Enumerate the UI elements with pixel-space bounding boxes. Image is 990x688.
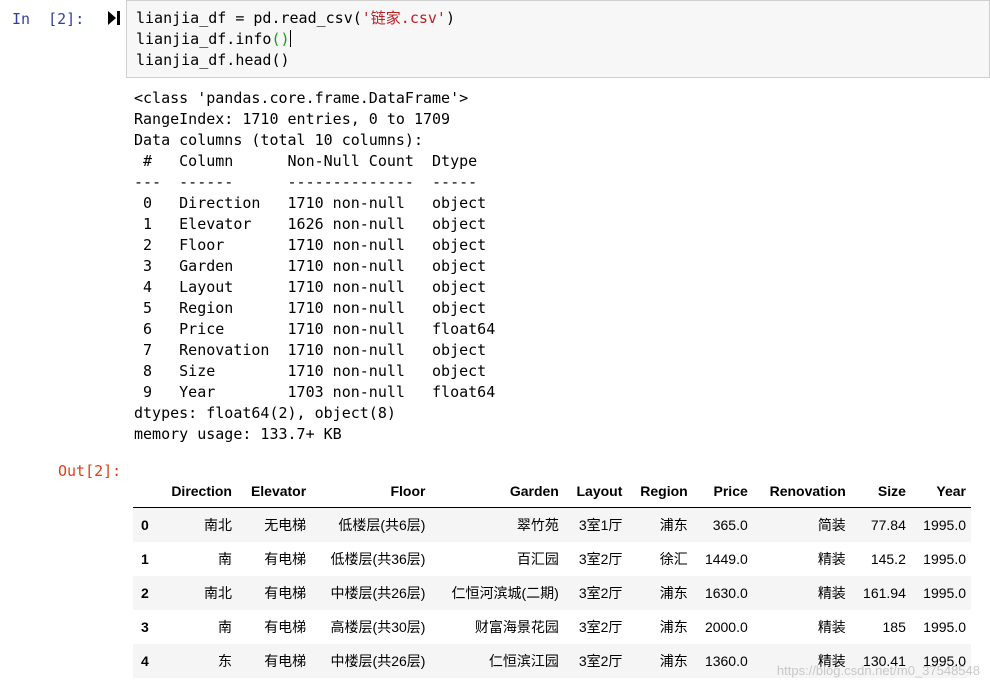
table-cell: 南北	[204, 516, 232, 533]
table-cell: 185	[882, 618, 906, 635]
row-index: 4	[141, 652, 149, 669]
dataframe-table: Direction Elevator Floor Garden Layout Region…	[133, 474, 971, 678]
code-cell-input[interactable]: lianjia_df = pd.read_csv('链家.csv') lianj…	[126, 0, 990, 78]
table-row: 1 南 有电梯 低楼层(共36层) 百汇园 3室2厅 徐汇 1449.0 精装 145.2 1995…	[133, 542, 971, 576]
table-row: 2 南北 有电梯 中楼层(共26层) 仁恒河滨城(二期) 3室2厅 浦东 1630.0 精装 16…	[133, 575, 971, 610]
table-cell: 浦东	[659, 584, 688, 601]
table-cell: 3室2厅	[578, 618, 623, 635]
row-index: 1	[141, 550, 149, 567]
table-cell: 3室2厅	[578, 550, 623, 567]
matched-parens: ()	[271, 30, 290, 48]
stdout-line: dtypes: float64(2), object(8)	[134, 404, 396, 422]
table-cell: 有电梯	[264, 652, 307, 669]
table-cell: 365.0	[712, 516, 748, 533]
row-index: 2	[141, 584, 149, 601]
cell-stdout-output: <class 'pandas.core.frame.DataFrame'> Ran…	[134, 88, 495, 445]
stdout-line: 3 Garden 1710 non-null object	[134, 257, 496, 275]
stdout-line: # Column Non-Null Count Dtype	[134, 152, 496, 170]
stdout-line: 4 Layout 1710 non-null object	[134, 278, 496, 296]
table-cell: 仁恒滨江园	[488, 652, 559, 669]
table-cell: 2000.0	[704, 618, 748, 635]
row-index: 3	[141, 618, 149, 635]
table-cell: 简装	[817, 516, 846, 533]
stdout-line: <class 'pandas.core.frame.DataFrame'>	[134, 89, 469, 107]
output-prompt: Out[2]:	[58, 462, 122, 480]
table-cell: 浦东	[659, 618, 688, 635]
stdout-line: 9 Year 1703 non-null float64	[134, 383, 496, 401]
stdout-line: Data columns (total 10 columns):	[134, 131, 423, 149]
code-line-2: lianjia_df.info()	[136, 30, 291, 48]
table-row: 0 南北 无电梯 低楼层(共6层) 翠竹苑 3室1厅 浦东 365.0 简装 77.84 1995.…	[133, 507, 971, 542]
table-cell: 精装	[817, 584, 846, 601]
table-cell: 精装	[817, 550, 846, 567]
table-row: 3 南 有电梯 高楼层(共30层) 财富海景花园 3室2厅 浦东 2000.0 精装 185 199…	[133, 610, 971, 644]
table-cell: 3室1厅	[578, 516, 623, 533]
table-cell: 财富海景花园	[474, 618, 559, 635]
table-cell: 南北	[204, 584, 232, 601]
column-header: Region	[627, 474, 693, 508]
table-cell: 徐汇	[659, 550, 688, 567]
table-cell: 77.84	[870, 516, 906, 533]
table-cell: 1995.0	[923, 550, 966, 567]
table-cell: 中楼层(共26层)	[330, 584, 426, 601]
input-prompt: In [2]:	[12, 10, 85, 28]
table-cell: 高楼层(共30层)	[330, 618, 426, 635]
table-cell: 精装	[817, 618, 846, 635]
table-cell: 无电梯	[264, 516, 307, 533]
column-header: Renovation	[752, 474, 851, 508]
table-cell: 低楼层(共36层)	[330, 550, 426, 567]
table-cell: 有电梯	[264, 618, 307, 635]
table-cell: 东	[218, 652, 232, 669]
stdout-line: 6 Price 1710 non-null float64	[134, 320, 496, 338]
row-index: 0	[141, 516, 149, 533]
stdout-line: 1 Elevator 1626 non-null object	[134, 215, 496, 233]
column-header: Floor	[311, 474, 431, 508]
stdout-line: 5 Region 1710 non-null object	[134, 299, 496, 317]
column-header: Layout	[563, 474, 628, 508]
table-cell: 145.2	[870, 550, 906, 567]
stdout-line: memory usage: 133.7+ KB	[134, 425, 342, 443]
stdout-line: 0 Direction 1710 non-null object	[134, 194, 496, 212]
stdout-line: 7 Renovation 1710 non-null object	[134, 341, 496, 359]
code-line-1: lianjia_df = pd.read_csv('链家.csv')	[136, 9, 455, 27]
stdout-line: 8 Size 1710 non-null object	[134, 362, 496, 380]
run-cell-icon[interactable]	[107, 10, 121, 26]
code-line-3: lianjia_df.head()	[136, 51, 290, 69]
column-header: Size	[850, 474, 911, 508]
text-cursor	[289, 30, 291, 47]
table-cell: 3室2厅	[578, 652, 623, 669]
table-cell: 1995.0	[923, 516, 966, 533]
column-header: Garden	[430, 474, 564, 508]
stdout-line: --- ------ -------------- -----	[134, 173, 496, 191]
table-cell: 161.94	[863, 584, 906, 601]
table-cell: 3室2厅	[578, 584, 623, 601]
table-cell: 南	[218, 550, 232, 567]
table-cell: 1630.0	[704, 584, 748, 601]
column-header: Direction	[156, 474, 237, 508]
column-header	[133, 474, 157, 508]
table-cell: 有电梯	[264, 584, 307, 601]
column-header: Elevator	[237, 474, 312, 508]
stdout-line: 2 Floor 1710 non-null object	[134, 236, 496, 254]
column-header: Price	[692, 474, 753, 508]
code-string-literal: '链家.csv'	[361, 9, 446, 27]
table-cell: 翠竹苑	[516, 516, 559, 533]
table-header-row: Direction Elevator Floor Garden Layout Region…	[133, 474, 971, 508]
table-cell: 南	[218, 618, 232, 635]
table-cell: 百汇园	[516, 550, 559, 567]
table-cell: 1995.0	[923, 584, 966, 601]
stdout-line: RangeIndex: 1710 entries, 0 to 1709	[134, 110, 451, 128]
watermark-text: https://blog.csdn.net/m0_37548548	[776, 663, 980, 678]
column-header: Year	[910, 474, 971, 508]
table-cell: 中楼层(共26层)	[330, 652, 426, 669]
table-cell: 1995.0	[923, 618, 966, 635]
table-cell: 有电梯	[264, 550, 307, 567]
table-cell: 仁恒河滨城(二期)	[451, 584, 559, 601]
table-cell: 浦东	[659, 516, 688, 533]
table-cell: 浦东	[659, 652, 688, 669]
table-cell: 低楼层(共6层)	[338, 516, 426, 533]
table-cell: 1360.0	[704, 652, 748, 669]
table-cell: 1449.0	[704, 550, 748, 567]
